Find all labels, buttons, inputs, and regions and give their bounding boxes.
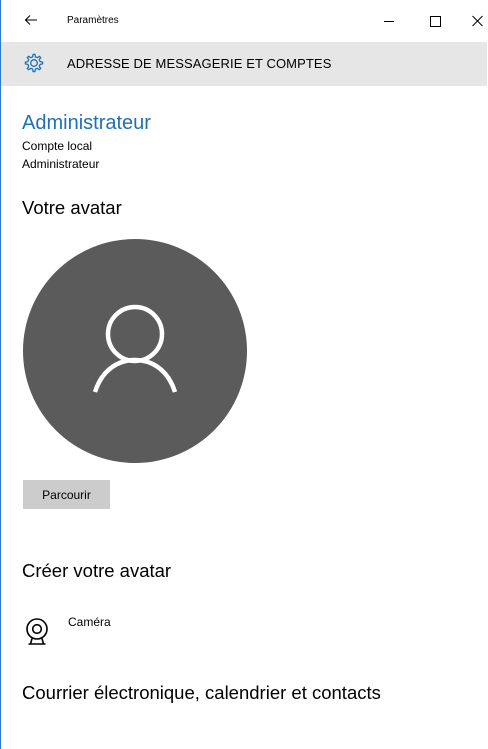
window-title: Paramètres <box>67 15 119 26</box>
close-icon <box>472 15 483 27</box>
account-type: Compte local <box>22 139 93 153</box>
page-title: ADRESSE DE MESSAGERIE ET COMPTES <box>67 56 332 71</box>
settings-window: Paramètres ADRESSE DE MESSAGERIE ET COMP… <box>0 0 487 749</box>
account-role: Administrateur <box>22 157 100 171</box>
mail-calendar-contacts-heading: Courrier électronique, calendrier et con… <box>22 682 381 703</box>
maximize-icon <box>430 16 441 27</box>
webcam-icon <box>26 618 48 645</box>
create-avatar-heading: Créer votre avatar <box>22 560 172 581</box>
close-button[interactable] <box>464 8 487 34</box>
back-button[interactable] <box>23 12 39 28</box>
minimize-icon <box>384 21 394 22</box>
browse-button[interactable]: Parcourir <box>23 480 110 509</box>
minimize-button[interactable] <box>375 8 403 34</box>
page-header: ADRESSE DE MESSAGERIE ET COMPTES <box>1 42 487 86</box>
person-icon <box>92 304 178 393</box>
avatar <box>23 239 247 463</box>
avatar-heading: Votre avatar <box>22 197 122 218</box>
account-name: Administrateur <box>22 112 151 134</box>
camera-label: Caméra <box>68 615 111 629</box>
maximize-button[interactable] <box>421 8 449 34</box>
gear-icon <box>24 53 44 73</box>
title-bar: Paramètres <box>1 0 487 42</box>
back-arrow-icon <box>24 15 37 25</box>
camera-option[interactable]: Caméra <box>23 612 223 648</box>
